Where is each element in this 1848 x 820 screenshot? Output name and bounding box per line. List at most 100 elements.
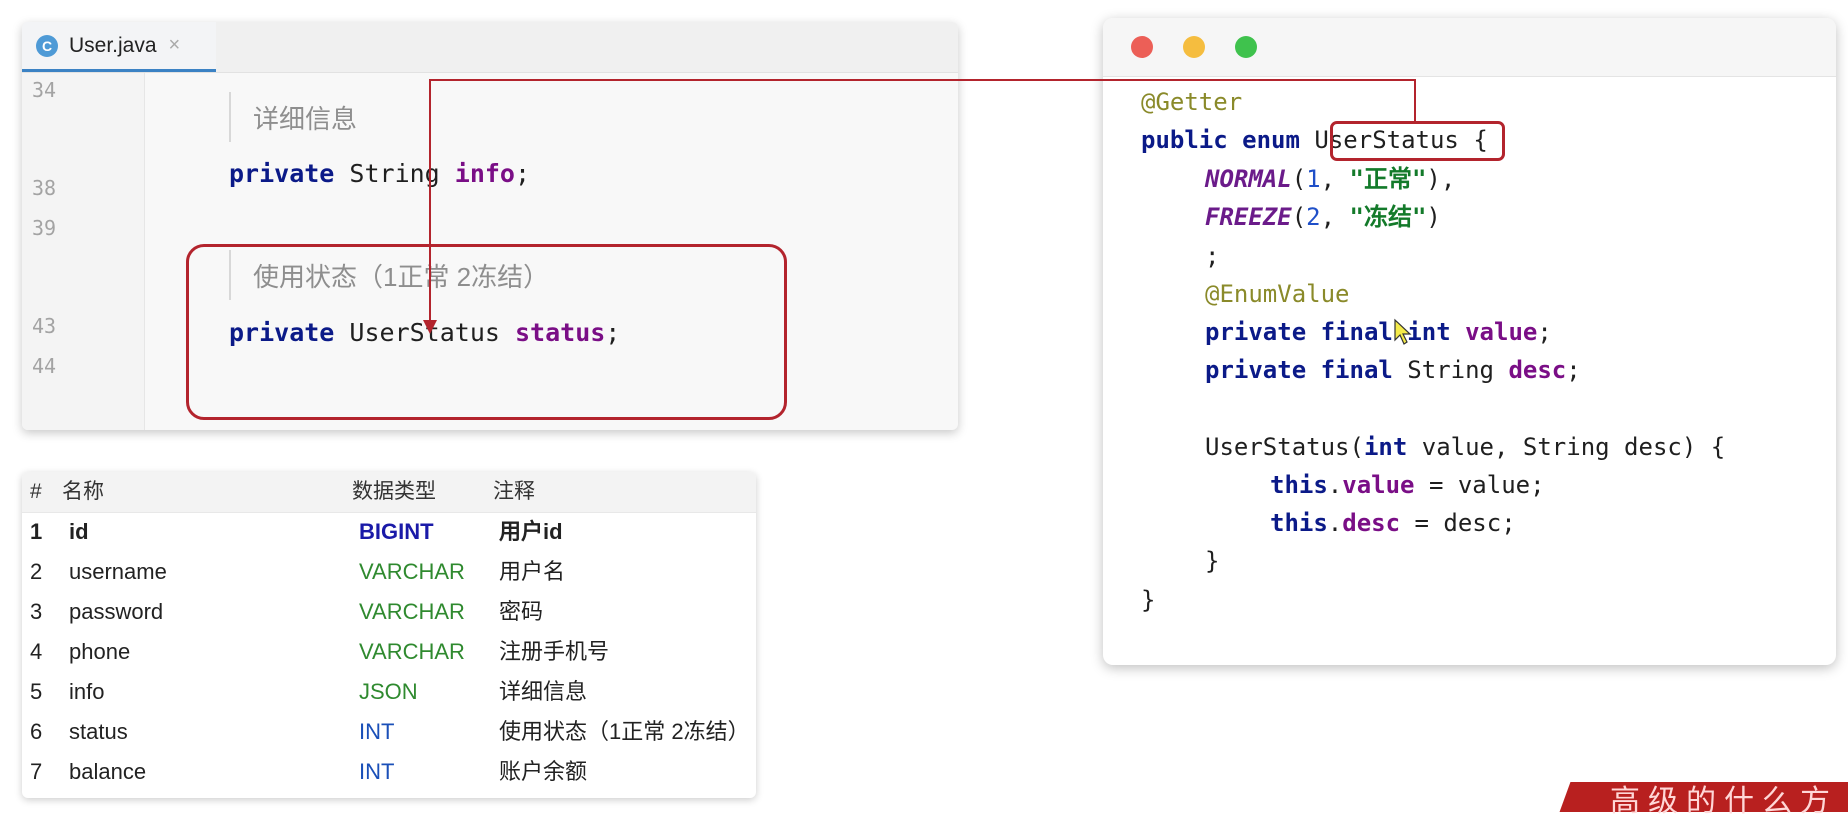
enum-constant: NORMAL bbox=[1205, 165, 1292, 193]
punct: , bbox=[1320, 165, 1350, 193]
code-line: private final int value; bbox=[1205, 315, 1552, 349]
row-num: 1 bbox=[30, 519, 43, 544]
column-name: password bbox=[69, 599, 164, 624]
code-line: FREEZE(2, "冻结") bbox=[1205, 200, 1441, 234]
close-tab-icon[interactable]: × bbox=[169, 34, 181, 57]
line-number: 39 bbox=[32, 216, 57, 240]
field-name: desc bbox=[1508, 356, 1567, 384]
constructor-name: UserStatus( bbox=[1205, 433, 1364, 461]
db-column-table: # 名称 数据类型 注释 1 id BIGINT 用户id 2 username… bbox=[22, 472, 756, 798]
row-num: 7 bbox=[30, 759, 43, 784]
table-header-row: # 名称 数据类型 注释 bbox=[22, 472, 756, 513]
keyword: private bbox=[229, 159, 335, 188]
banner-text: 高级的什么方 bbox=[1610, 785, 1838, 818]
string-literal: "正常" bbox=[1349, 165, 1427, 193]
column-comment: 详细信息 bbox=[499, 679, 588, 704]
column-comment: 账户余额 bbox=[499, 759, 588, 784]
punct: . bbox=[1327, 471, 1343, 499]
type-name: String bbox=[334, 159, 455, 188]
row-num: 3 bbox=[30, 599, 43, 624]
keyword: this bbox=[1270, 471, 1328, 499]
column-type: INT bbox=[359, 719, 395, 744]
enum-name-highlight bbox=[1330, 121, 1505, 161]
row-num: 4 bbox=[30, 639, 43, 664]
row-num: 6 bbox=[30, 719, 43, 744]
table-row[interactable]: 6 status INT 使用状态（1正常 2冻结） bbox=[22, 712, 756, 752]
field-name: value bbox=[1465, 318, 1538, 346]
table-row[interactable]: 4 phone VARCHAR 注册手机号 bbox=[22, 632, 756, 672]
type-name: String bbox=[1407, 356, 1509, 384]
minimize-window-button[interactable] bbox=[1183, 36, 1205, 58]
close-window-button[interactable] bbox=[1131, 36, 1153, 58]
field-name: value bbox=[1342, 471, 1415, 499]
keyword: this bbox=[1270, 509, 1328, 537]
assignment: = value; bbox=[1414, 471, 1545, 499]
ide-editor-panel: C User.java × 34 38 39 43 44 详细信息 privat… bbox=[22, 22, 958, 430]
code-line: @EnumValue bbox=[1205, 277, 1350, 311]
code-line: this.value = value; bbox=[1270, 468, 1545, 502]
punct: ), bbox=[1426, 165, 1456, 193]
editor-tab-bar: C User.java × bbox=[22, 22, 958, 73]
semicolon: ; bbox=[1205, 242, 1220, 270]
line-number: 44 bbox=[32, 354, 57, 378]
column-type: VARCHAR bbox=[359, 639, 465, 664]
column-type: VARCHAR bbox=[359, 559, 465, 584]
tab-filename: User.java bbox=[69, 33, 157, 57]
line-number: 34 bbox=[32, 78, 57, 102]
column-comment: 注册手机号 bbox=[499, 639, 610, 664]
row-num: 5 bbox=[30, 679, 43, 704]
row-num: 2 bbox=[30, 559, 43, 584]
window-title-bar bbox=[1103, 18, 1836, 77]
column-type: VARCHAR bbox=[359, 599, 465, 624]
column-comment: 使用状态（1正常 2冻结） bbox=[499, 719, 750, 744]
header-note: 注释 bbox=[493, 480, 535, 503]
column-type: INT bbox=[359, 759, 395, 784]
punct: ( bbox=[1291, 203, 1307, 231]
column-name: id bbox=[69, 519, 89, 544]
table-row[interactable]: 2 username VARCHAR 用户名 bbox=[22, 552, 756, 592]
number-literal: 1 bbox=[1306, 165, 1321, 193]
header-name: 名称 bbox=[62, 480, 104, 503]
keyword: private final bbox=[1205, 356, 1408, 384]
field-name: desc bbox=[1342, 509, 1401, 537]
table-row[interactable]: 3 password VARCHAR 密码 bbox=[22, 592, 756, 632]
punct: ( bbox=[1291, 165, 1307, 193]
tab-user-java[interactable]: C User.java × bbox=[22, 22, 216, 72]
keyword: int bbox=[1363, 433, 1408, 461]
line-number: 38 bbox=[32, 176, 57, 200]
java-class-icon: C bbox=[36, 34, 58, 57]
punct: . bbox=[1327, 509, 1343, 537]
semicolon: ; bbox=[1566, 356, 1581, 384]
string-literal: "冻结" bbox=[1349, 203, 1427, 231]
code-window: @Getter public enum UserStatus { NORMAL(… bbox=[1103, 18, 1836, 665]
code-line: ; bbox=[1205, 239, 1219, 273]
punct: , bbox=[1320, 203, 1350, 231]
code-line: @Getter bbox=[1141, 85, 1242, 119]
column-name: username bbox=[69, 559, 167, 584]
header-type: 数据类型 bbox=[352, 480, 436, 503]
semicolon: ; bbox=[515, 159, 531, 188]
doc-comment-info: 详细信息 bbox=[229, 92, 357, 142]
header-num: # bbox=[30, 480, 42, 503]
table-row[interactable]: 1 id BIGINT 用户id bbox=[22, 512, 756, 552]
status-field-highlight bbox=[186, 244, 787, 420]
keyword: public enum bbox=[1141, 126, 1315, 154]
field-name: info bbox=[454, 159, 515, 188]
number-literal: 2 bbox=[1306, 203, 1321, 231]
column-name: info bbox=[69, 679, 105, 704]
column-type: JSON bbox=[359, 679, 418, 704]
code-line: this.desc = desc; bbox=[1270, 506, 1516, 540]
enum-constant: FREEZE bbox=[1205, 203, 1292, 231]
code-line: } bbox=[1205, 544, 1219, 578]
maximize-window-button[interactable] bbox=[1235, 36, 1257, 58]
semicolon: ; bbox=[1537, 318, 1552, 346]
table-row[interactable]: 5 info JSON 详细信息 bbox=[22, 672, 756, 712]
column-comment: 密码 bbox=[499, 599, 544, 624]
code-line: } bbox=[1141, 583, 1155, 617]
keyword: private final int bbox=[1205, 318, 1466, 346]
table-row[interactable]: 7 balance INT 账户余额 bbox=[22, 752, 756, 792]
brace: } bbox=[1141, 586, 1156, 614]
column-name: balance bbox=[69, 759, 147, 784]
assignment: = desc; bbox=[1400, 509, 1516, 537]
column-comment: 用户名 bbox=[499, 559, 566, 584]
